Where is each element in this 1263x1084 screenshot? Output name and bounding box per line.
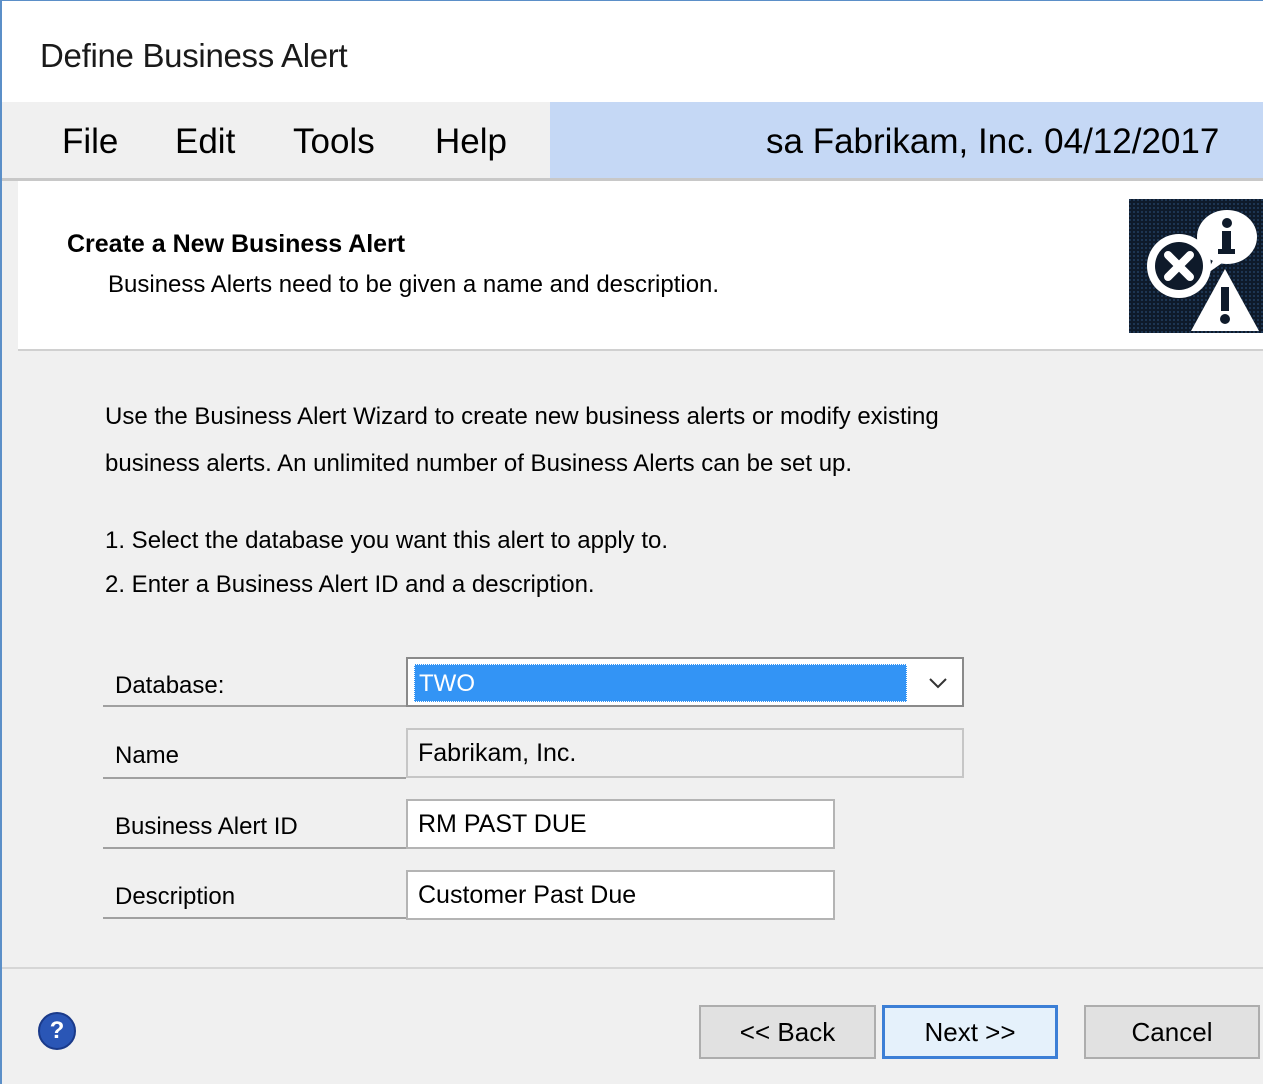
database-label: Database: bbox=[115, 672, 225, 699]
description-underline bbox=[103, 917, 406, 919]
description-label: Description bbox=[115, 883, 236, 910]
name-label: Name bbox=[115, 742, 180, 769]
database-select[interactable]: TWO bbox=[406, 657, 964, 707]
wizard-step-subtitle: Business Alerts need to be given a name … bbox=[108, 271, 720, 298]
back-button[interactable]: << Back bbox=[699, 1005, 876, 1059]
business-alert-id-label: Business Alert ID bbox=[115, 813, 298, 840]
name-label-underline bbox=[103, 777, 406, 779]
help-icon[interactable]: ? bbox=[38, 1012, 76, 1050]
menu-help[interactable]: Help bbox=[435, 122, 507, 162]
step-1: 1. Select the database you want this ale… bbox=[105, 527, 669, 554]
step-2: 2. Enter a Business Alert ID and a descr… bbox=[105, 571, 595, 598]
name-value: Fabrikam, Inc. bbox=[418, 738, 577, 767]
business-alert-id-underline bbox=[103, 847, 406, 849]
step-list: 1. Select the database you want this ale… bbox=[105, 519, 668, 607]
chevron-down-icon[interactable] bbox=[920, 667, 956, 699]
next-button[interactable]: Next >> bbox=[882, 1005, 1058, 1059]
name-field: Fabrikam, Inc. bbox=[406, 728, 964, 778]
database-selected-value: TWO bbox=[414, 664, 907, 702]
menu-edit[interactable]: Edit bbox=[175, 122, 235, 162]
intro-line-1: Use the Business Alert Wizard to create … bbox=[105, 403, 939, 430]
wizard-step-title: Create a New Business Alert bbox=[67, 230, 406, 258]
title-bar: Define Business Alert bbox=[2, 1, 1263, 102]
intro-line-2: business alerts. An unlimited number of … bbox=[105, 450, 853, 477]
business-alert-icon bbox=[1129, 199, 1263, 333]
status-text: sa Fabrikam, Inc. 04/12/2017 bbox=[766, 122, 1220, 161]
window-title: Define Business Alert bbox=[40, 37, 348, 74]
menu-file[interactable]: File bbox=[62, 122, 118, 162]
footer-divider bbox=[2, 967, 1263, 969]
intro-text: Use the Business Alert Wizard to create … bbox=[105, 393, 1085, 487]
business-alert-id-value: RM PAST DUE bbox=[418, 809, 587, 838]
business-alert-id-input[interactable]: RM PAST DUE bbox=[406, 799, 835, 849]
description-input[interactable]: Customer Past Due bbox=[406, 870, 835, 920]
user-company-date-status: sa Fabrikam, Inc. 04/12/2017 bbox=[550, 102, 1263, 178]
description-value: Customer Past Due bbox=[418, 880, 637, 909]
cancel-button[interactable]: Cancel bbox=[1084, 1005, 1260, 1059]
define-business-alert-window: Define Business Alert File Edit Tools He… bbox=[0, 0, 1263, 1084]
database-label-underline bbox=[103, 705, 406, 707]
menu-tools[interactable]: Tools bbox=[293, 122, 375, 162]
wizard-header: Create a New Business Alert Business Ale… bbox=[18, 181, 1263, 351]
